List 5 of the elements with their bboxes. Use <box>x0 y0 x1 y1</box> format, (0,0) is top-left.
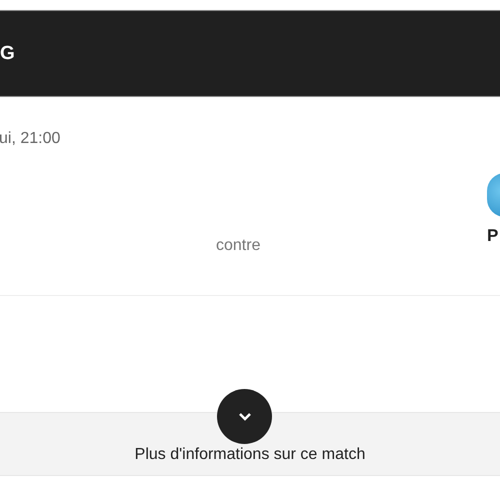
match-date: ui, 21:00 <box>0 131 60 147</box>
header-title: G <box>0 44 15 63</box>
team-name: P <box>487 227 498 244</box>
versus-label: contre <box>216 238 260 254</box>
chevron-down-icon <box>238 412 252 421</box>
